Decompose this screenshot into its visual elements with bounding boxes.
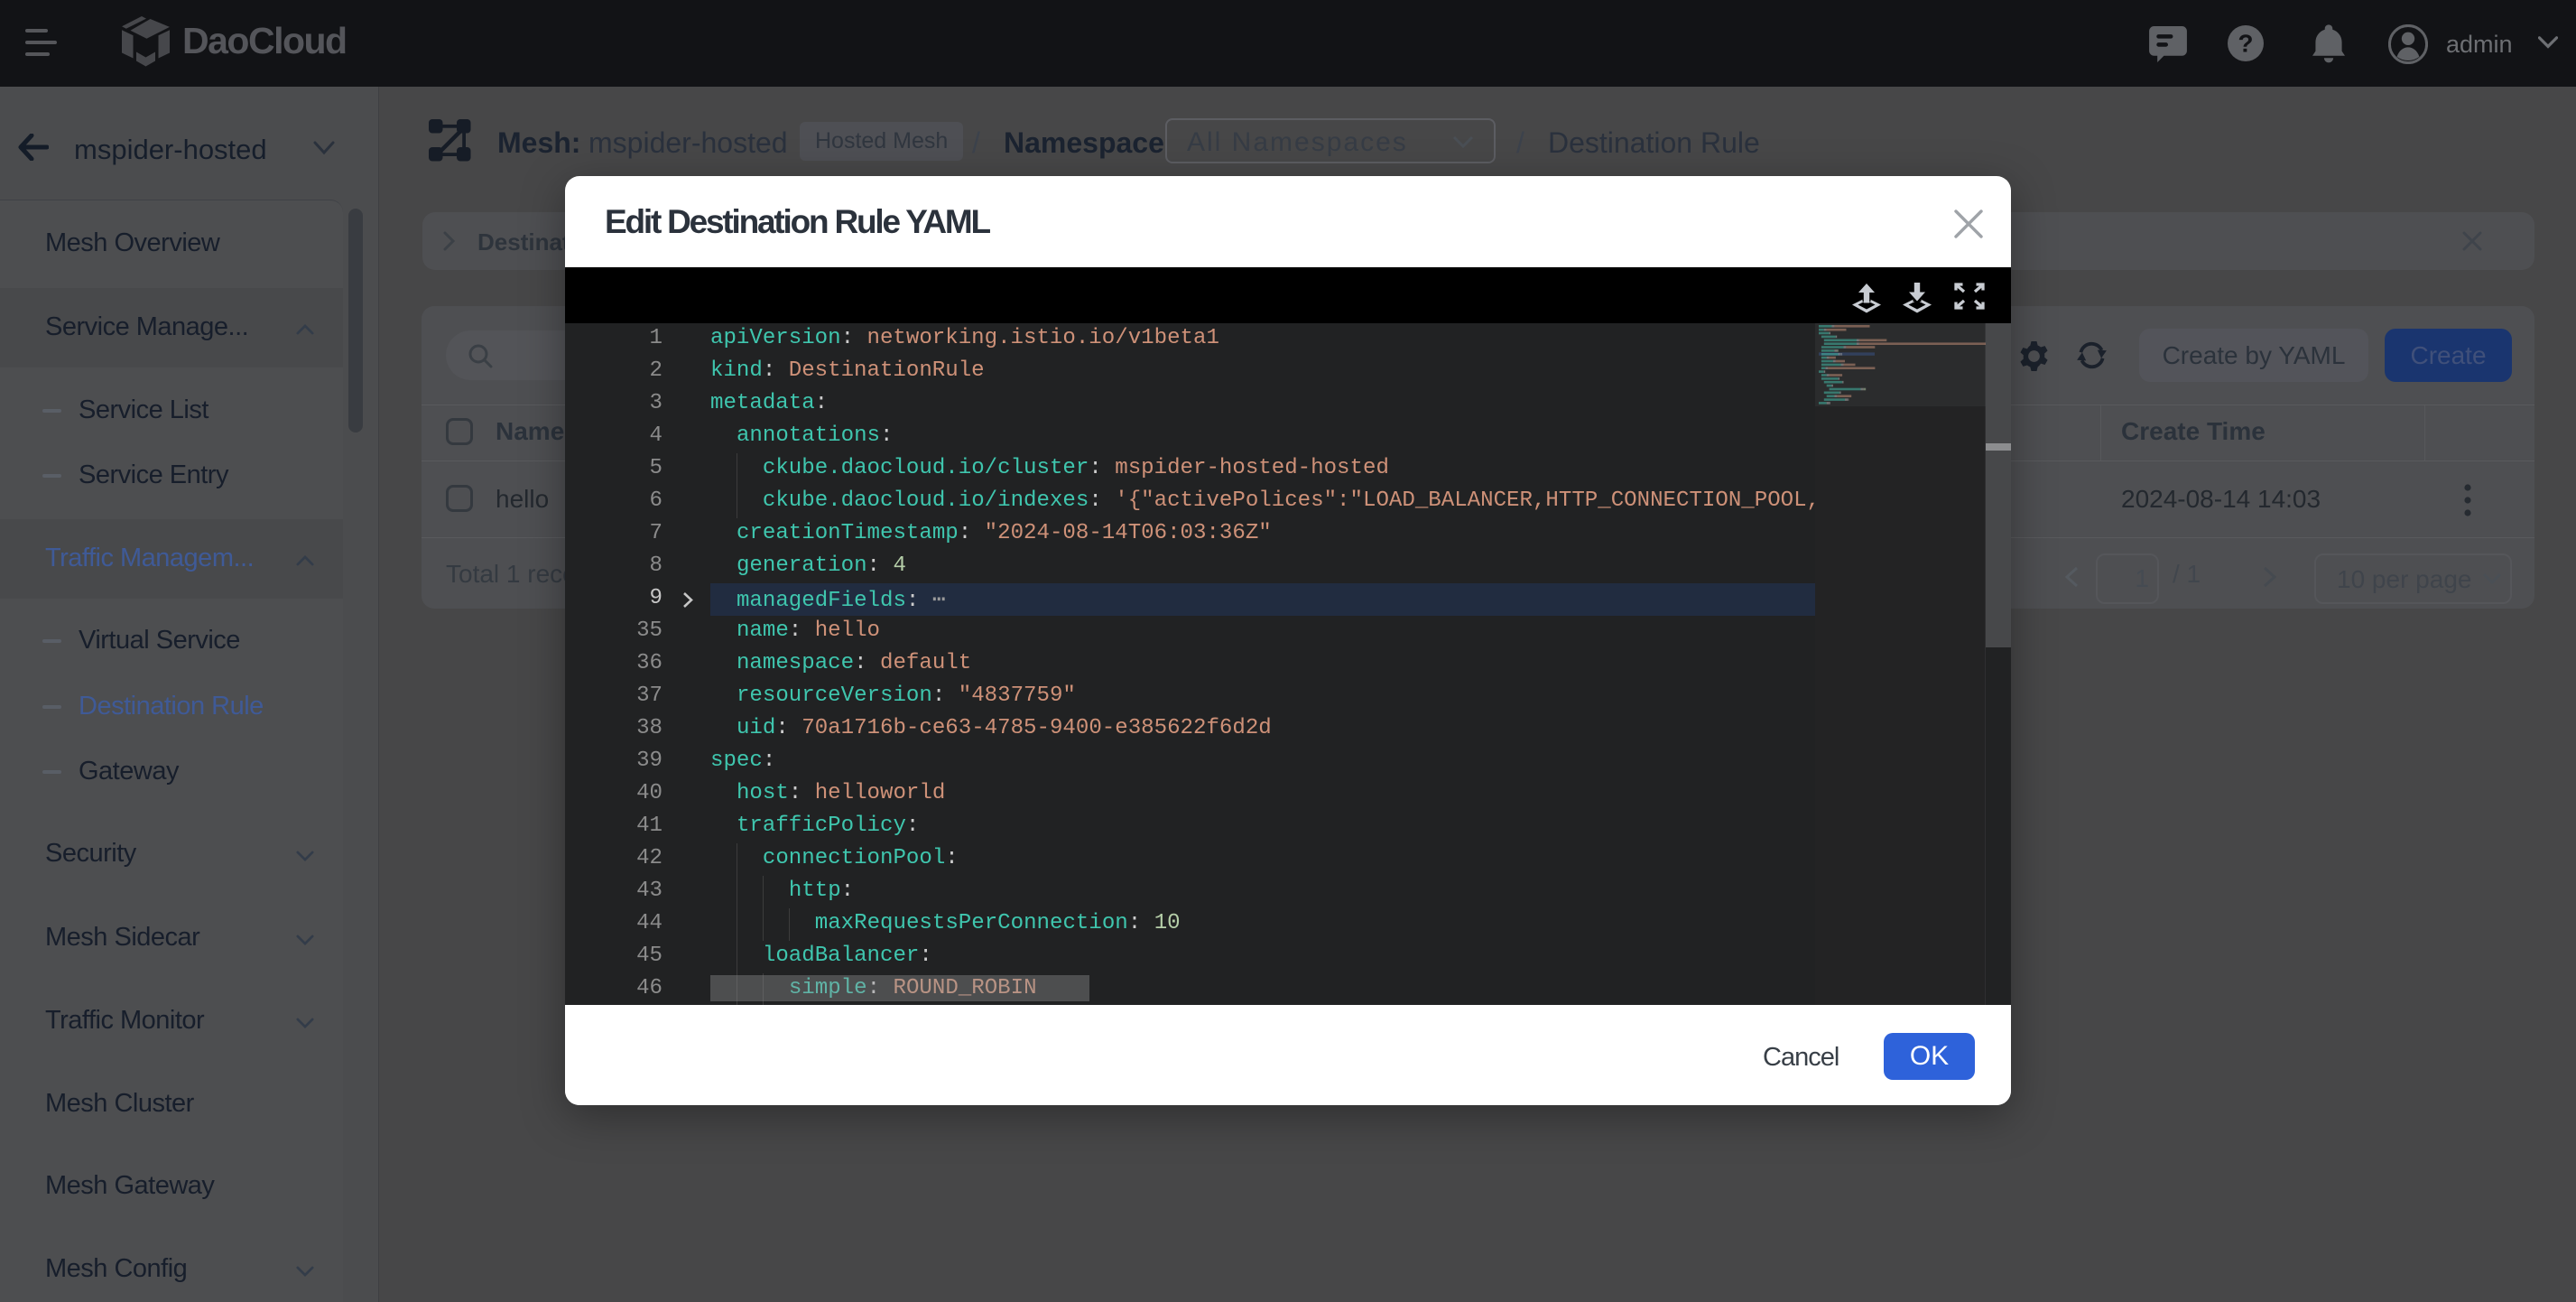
svg-text:?: ? xyxy=(2238,30,2254,58)
